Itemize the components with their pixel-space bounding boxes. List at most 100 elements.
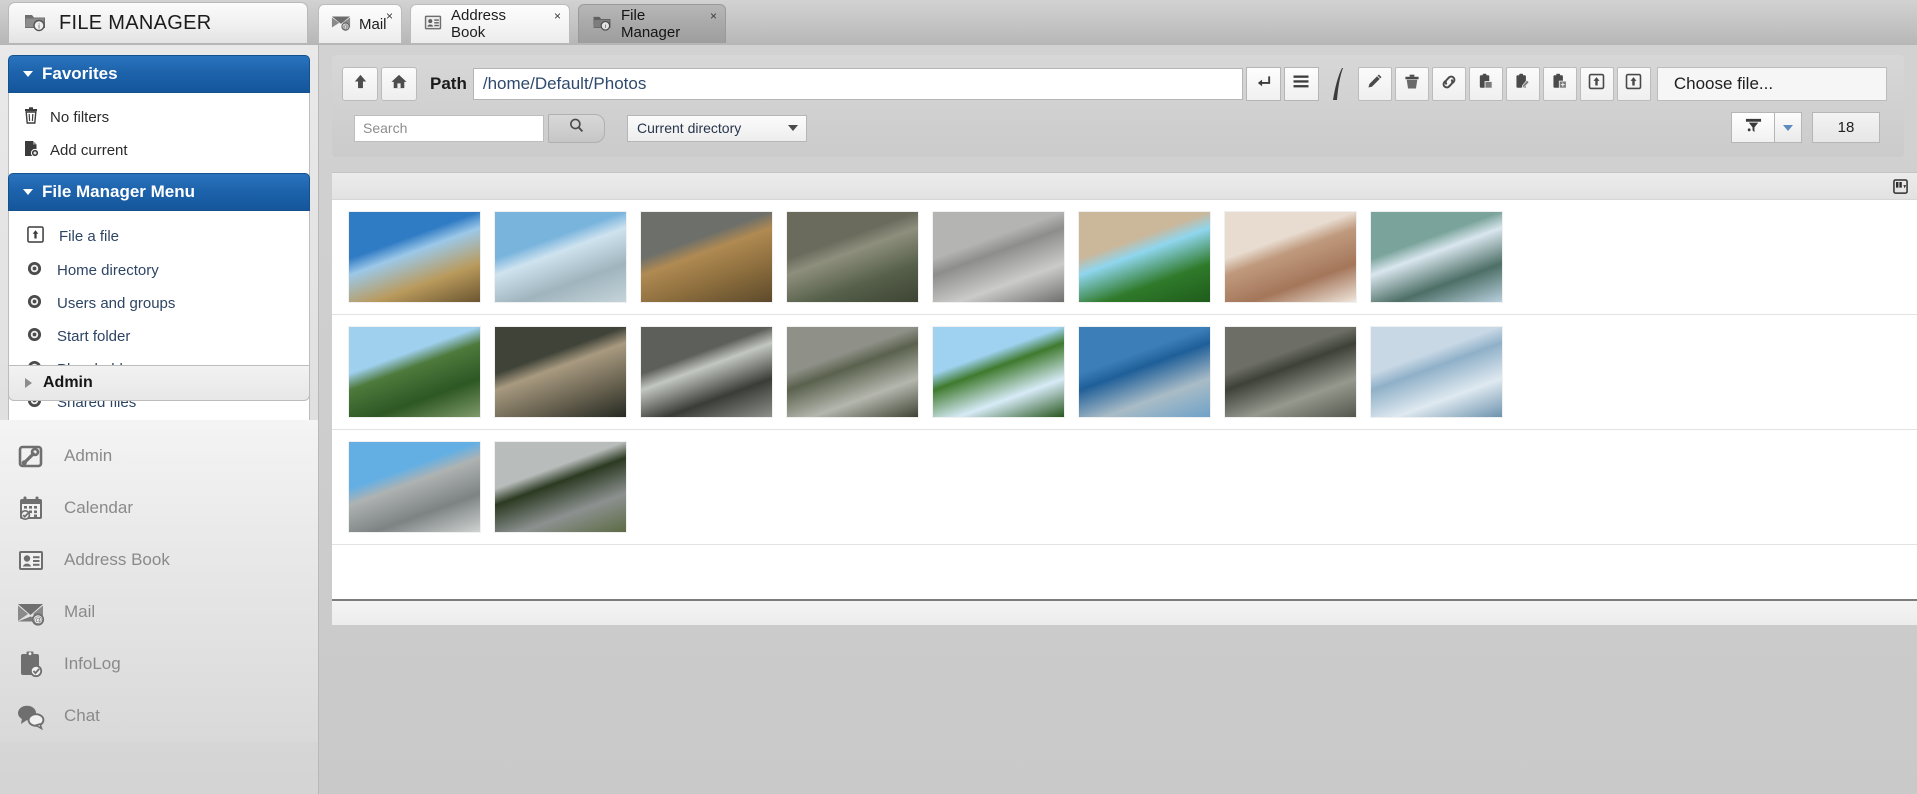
choose-file-button[interactable]: Choose file...	[1657, 67, 1887, 101]
thumbnail-cell[interactable]	[487, 315, 633, 429]
address-book-icon	[16, 545, 46, 575]
edit-button[interactable]	[1358, 67, 1392, 101]
thumbnail-cell[interactable]	[1363, 200, 1509, 314]
sidebar-app-calendar[interactable]: Calendar	[0, 482, 318, 534]
photo-3[interactable]	[641, 212, 772, 302]
sidebar-app-admin[interactable]: Admin	[0, 430, 318, 482]
tab-mail-close-icon[interactable]: ×	[386, 10, 393, 22]
thumbnail-cell[interactable]	[487, 430, 633, 544]
photo-7[interactable]	[1225, 212, 1356, 302]
tab-mail[interactable]: @ Mail ×	[318, 4, 402, 43]
mail-icon: @	[16, 597, 46, 627]
menu-item-home-directory[interactable]: Home directory	[9, 254, 309, 287]
photo-10[interactable]	[495, 327, 626, 417]
filter-dropdown-button[interactable]	[1774, 112, 1802, 143]
sidebar-app-chat[interactable]: Chat	[0, 690, 318, 742]
thumbnail-cell[interactable]	[1071, 200, 1217, 314]
thumbnail-cell[interactable]	[779, 315, 925, 429]
thumbnail-cell[interactable]	[779, 200, 925, 314]
photo-15[interactable]	[1225, 327, 1356, 417]
upload-box-icon	[27, 226, 44, 247]
file-manager-icon: i	[591, 11, 613, 37]
path-label: Path	[430, 74, 467, 94]
app-brand-tab[interactable]: i FILE MANAGER	[8, 2, 308, 43]
photo-12[interactable]	[787, 327, 918, 417]
sidebar-app-label: InfoLog	[64, 654, 121, 674]
path-input[interactable]: /home/Default/Photos	[473, 68, 1243, 100]
chevron-right-icon	[25, 378, 32, 388]
photo-18[interactable]	[495, 442, 626, 532]
svg-text:i: i	[605, 24, 606, 30]
thumbnail-cell[interactable]	[925, 315, 1071, 429]
thumbnail-cell[interactable]	[1217, 200, 1363, 314]
column-config-icon[interactable]	[1891, 177, 1909, 195]
tab-file-manager[interactable]: i File Manager ×	[578, 4, 726, 43]
view-mode-button[interactable]	[1284, 67, 1319, 101]
favorites-header[interactable]: Favorites	[8, 55, 310, 93]
tab-file-manager-close-icon[interactable]: ×	[710, 10, 717, 22]
search-input[interactable]: Search	[354, 115, 544, 142]
upload-button-2[interactable]	[1617, 67, 1651, 101]
search-scope-select[interactable]: Current directory	[627, 115, 807, 142]
trash-icon	[23, 107, 39, 128]
favorites-item-add-current[interactable]: Add current	[9, 134, 309, 167]
admin-gear-icon	[16, 441, 46, 471]
navigate-up-button[interactable]	[342, 67, 378, 101]
file-manager-menu-header[interactable]: File Manager Menu	[8, 173, 310, 211]
thumbnail-cell[interactable]	[633, 200, 779, 314]
thumbnail-cell[interactable]	[1217, 315, 1363, 429]
photo-4[interactable]	[787, 212, 918, 302]
thumbnail-cell[interactable]	[341, 430, 487, 544]
browser-tab-strip: i FILE MANAGER @ Mail ×	[0, 0, 1917, 45]
menu-item-label: Home directory	[57, 262, 159, 279]
item-count-badge: 18	[1812, 112, 1880, 143]
toolbar-action-buttons: Choose file...	[1358, 67, 1887, 101]
photo-5[interactable]	[933, 212, 1064, 302]
sidebar-app-label: Admin	[64, 446, 112, 466]
link-button[interactable]	[1432, 67, 1466, 101]
photo-6[interactable]	[1079, 212, 1210, 302]
photo-1[interactable]	[349, 212, 480, 302]
paste-copy-button[interactable]	[1543, 67, 1577, 101]
thumbnail-cell[interactable]	[341, 200, 487, 314]
sidebar-app-mail[interactable]: @ Mail	[0, 586, 318, 638]
thumbnail-cell[interactable]	[341, 315, 487, 429]
thumbnail-cell[interactable]	[487, 200, 633, 314]
menu-item-file-a-file[interactable]: File a file	[9, 219, 309, 254]
infolog-clipboard-icon	[16, 649, 46, 679]
favorites-item-no-filters[interactable]: No filters	[9, 101, 309, 134]
sidebar-admin-toggle[interactable]: Admin	[8, 365, 310, 401]
tab-address-book-close-icon[interactable]: ×	[554, 10, 561, 22]
paste-file-button[interactable]	[1469, 67, 1503, 101]
clipboard-edit-icon	[1514, 73, 1531, 95]
photo-16[interactable]	[1371, 327, 1502, 417]
filter-button[interactable]	[1731, 112, 1774, 143]
menu-item-users-and-groups[interactable]: Users and groups	[9, 287, 309, 320]
photo-2[interactable]	[495, 212, 626, 302]
delete-button[interactable]	[1395, 67, 1429, 101]
photo-14[interactable]	[1079, 327, 1210, 417]
home-directory-button[interactable]	[381, 67, 417, 101]
listing-header	[332, 173, 1917, 200]
thumbnail-cell[interactable]	[633, 315, 779, 429]
thumbnail-cell[interactable]	[1363, 315, 1509, 429]
right-controls: 18	[1731, 112, 1880, 143]
upload-button-1[interactable]	[1580, 67, 1614, 101]
photo-11[interactable]	[641, 327, 772, 417]
menu-item-start-folder[interactable]: Start folder	[9, 320, 309, 353]
thumbnail-cell[interactable]	[925, 200, 1071, 314]
bullet-icon	[27, 261, 42, 280]
photo-8[interactable]	[1371, 212, 1502, 302]
funnel-icon	[1744, 117, 1763, 139]
sidebar-app-list: Admin	[0, 420, 318, 742]
search-button[interactable]	[548, 114, 605, 143]
photo-9[interactable]	[349, 327, 480, 417]
sidebar-app-address-book[interactable]: Address Book	[0, 534, 318, 586]
photo-17[interactable]	[349, 442, 480, 532]
thumbnail-cell[interactable]	[1071, 315, 1217, 429]
sidebar-app-infolog[interactable]: InfoLog	[0, 638, 318, 690]
photo-13[interactable]	[933, 327, 1064, 417]
paste-edit-button[interactable]	[1506, 67, 1540, 101]
tab-address-book[interactable]: Address Book ×	[410, 4, 570, 43]
path-submit-button[interactable]	[1246, 67, 1281, 101]
